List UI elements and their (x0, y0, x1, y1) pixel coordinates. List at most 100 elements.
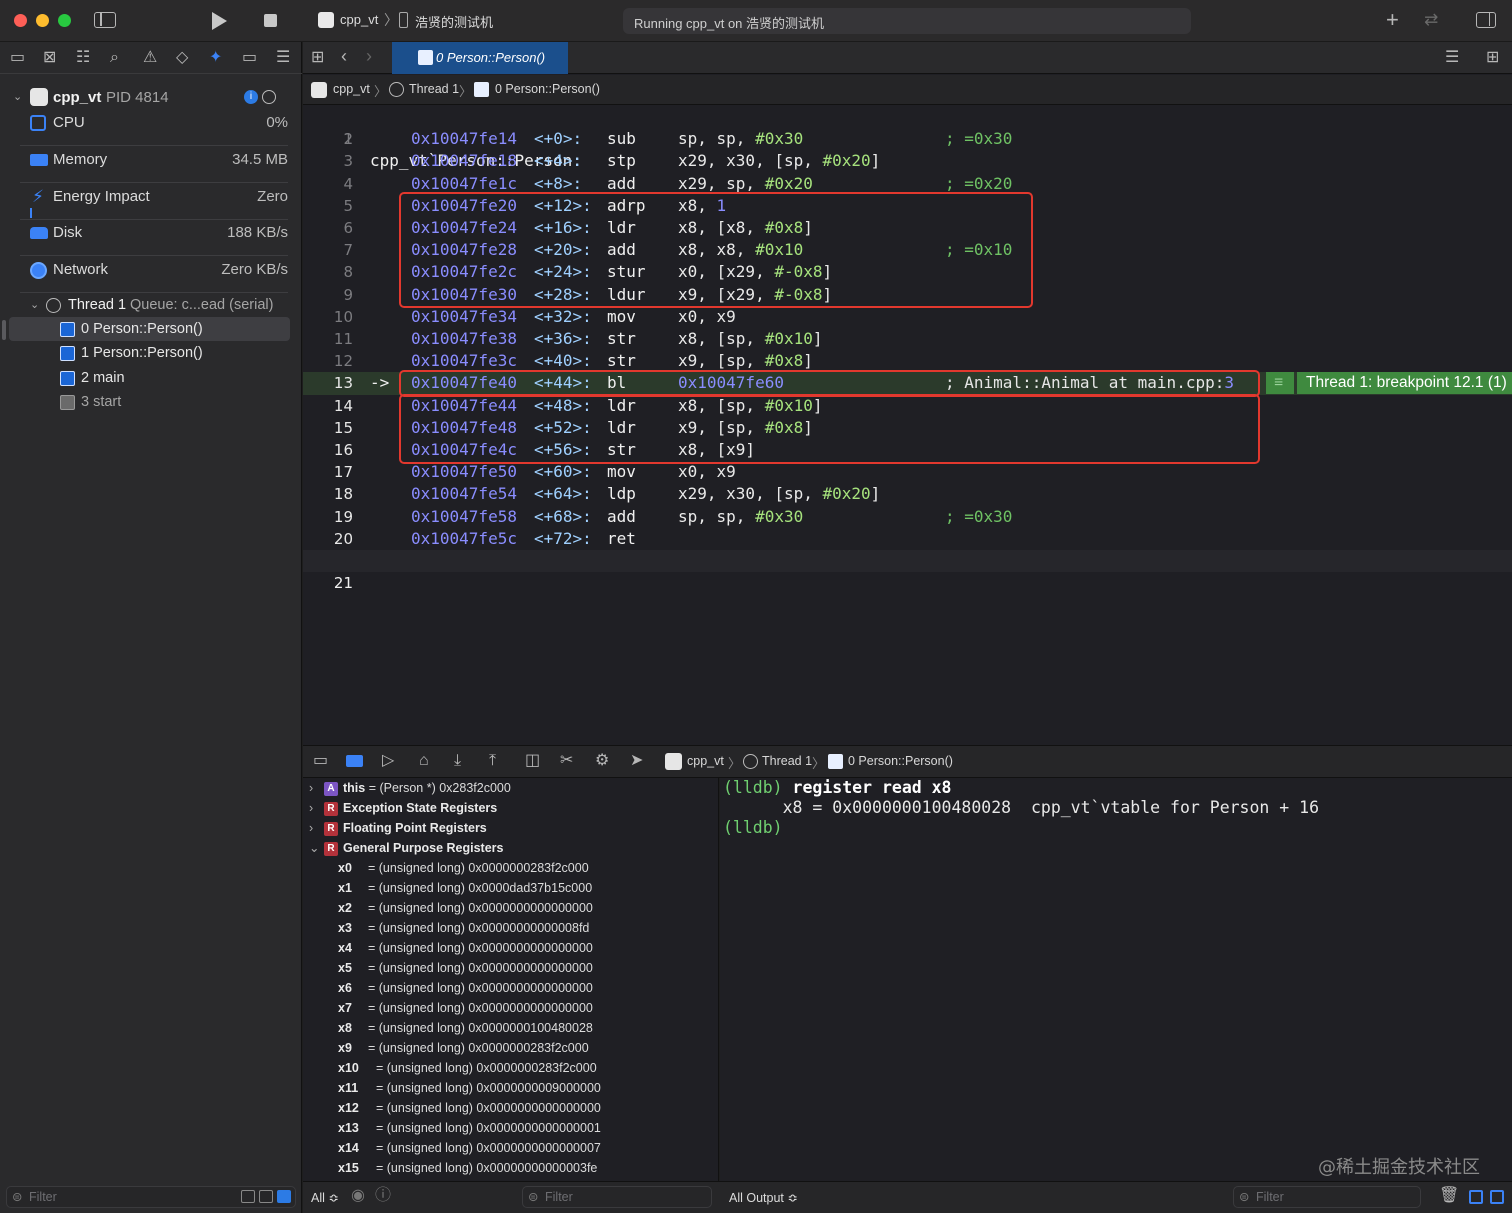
breakpoints-toggle-icon[interactable] (346, 755, 363, 767)
filter-user-frames-icon[interactable] (277, 1190, 291, 1203)
scheme-name[interactable]: cpp_vt (340, 12, 378, 27)
back-icon[interactable]: ‹ (341, 47, 347, 65)
show-console-icon[interactable] (1490, 1190, 1504, 1204)
variable-row[interactable]: › R Exception State Registers (303, 798, 719, 818)
register-row[interactable]: x12 = (unsigned long) 0x0000000000000000 (303, 1098, 719, 1118)
close-window-button[interactable] (14, 14, 27, 27)
run-icon[interactable] (212, 12, 227, 30)
swap-arrows-icon[interactable]: ⇄ (1424, 10, 1438, 30)
view-hierarchy-icon[interactable]: ◫ (525, 753, 540, 769)
variable-row[interactable]: › R Floating Point Registers (303, 818, 719, 838)
memory-graph-icon[interactable]: ✂ (560, 753, 573, 769)
stack-frame-0[interactable]: 0 Person::Person() (60, 317, 288, 341)
test-icon[interactable]: ◇ (176, 50, 188, 66)
disclosure-closed-icon[interactable]: › (309, 818, 313, 838)
minimize-window-button[interactable] (36, 14, 49, 27)
info-circle-icon[interactable]: ⓘ (375, 1188, 391, 1204)
step-out-icon[interactable]: ⤒ (489, 753, 496, 769)
app-icon (311, 82, 327, 98)
inspector-toggle-icon[interactable] (1476, 12, 1496, 28)
grid-icon[interactable]: ⊞ (311, 50, 324, 66)
add-editor-icon[interactable]: ⊞ (1486, 50, 1499, 66)
disassembly-view[interactable]: 1 cpp_vt`Person::Person: 2 0x10047fe14 <+0… (303, 106, 1512, 745)
breakpoint-navigator-icon[interactable]: ▭ (242, 50, 257, 66)
register-row[interactable]: x9 = (unsigned long) 0x0000000283f2c000 (303, 1038, 719, 1058)
register-row[interactable]: x15 = (unsigned long) 0x00000000000003fe (303, 1158, 719, 1178)
stop-icon[interactable] (264, 14, 277, 27)
gauge-value: Zero (257, 188, 288, 205)
thread-row[interactable]: ⌄ Thread 1 Queue: c...ead (serial) (30, 292, 290, 318)
gauge-energy[interactable]: ⚡ Energy Impact Zero (20, 184, 288, 210)
navigator-filter-input[interactable]: ⊜ Filter (6, 1186, 296, 1208)
step-over-icon[interactable]: ⌂ (419, 753, 429, 769)
issue-icon[interactable]: ⚠ (143, 50, 157, 66)
disclosure-closed-icon[interactable]: › (309, 798, 313, 818)
hide-debug-area-icon[interactable]: ▭ (313, 753, 328, 769)
register-row[interactable]: x2 = (unsigned long) 0x0000000000000000 (303, 898, 719, 918)
breadcrumb-project[interactable]: cpp_vt (333, 82, 370, 96)
disclosure-open-icon[interactable]: ⌄ (309, 838, 319, 858)
console-filter-input[interactable]: ⊜ Filter (1233, 1186, 1421, 1208)
sidebar-toggle-icon[interactable] (94, 12, 116, 28)
variables-filter-input[interactable]: ⊜ Filter (522, 1186, 712, 1208)
register-row[interactable]: x8 = (unsigned long) 0x0000000100480028 (303, 1018, 719, 1038)
tab-disassembly[interactable]: 0 Person::Person() (392, 42, 568, 74)
thread-icon[interactable] (262, 90, 276, 104)
eye-icon[interactable]: ◉ (351, 1188, 365, 1204)
source-control-icon[interactable]: ⊠ (43, 50, 56, 66)
gauge-network[interactable]: Network Zero KB/s (20, 257, 288, 283)
disclosure-open-icon[interactable]: ⌄ (30, 292, 39, 318)
breadcrumb-thread[interactable]: Thread 1 (409, 82, 459, 96)
register-row[interactable]: x6 = (unsigned long) 0x0000000000000000 (303, 978, 719, 998)
gauge-memory[interactable]: Memory 34.5 MB (20, 147, 288, 173)
register-row[interactable]: x3 = (unsigned long) 0x00000000000008fd (303, 918, 719, 938)
filter-icon: ⊜ (1239, 1190, 1250, 1204)
add-icon[interactable]: + (1386, 7, 1399, 33)
register-row[interactable]: x13 = (unsigned long) 0x0000000000000001 (303, 1118, 719, 1138)
breadcrumb-frame[interactable]: 0 Person::Person() (495, 82, 600, 96)
info-icon[interactable]: i (244, 90, 258, 104)
console-output-popup[interactable]: All Output ≎ (729, 1190, 798, 1205)
gauge-cpu[interactable]: CPU 0% (20, 110, 288, 136)
register-row[interactable]: x0 = (unsigned long) 0x0000000283f2c000 (303, 858, 719, 878)
symbol-icon[interactable]: ☷ (76, 50, 90, 66)
register-row[interactable]: x1 = (unsigned long) 0x0000dad37b15c000 (303, 878, 719, 898)
lines-icon[interactable]: ☰ (1445, 50, 1459, 66)
folder-icon[interactable]: ▭ (10, 50, 25, 66)
filter-option-icon[interactable] (241, 1190, 255, 1203)
environment-icon[interactable]: ⚙ (595, 753, 609, 769)
debug-breadcrumb-project[interactable]: cpp_vt (687, 754, 724, 768)
show-variables-icon[interactable] (1469, 1190, 1483, 1204)
register-row[interactable]: x14 = (unsigned long) 0x0000000000000007 (303, 1138, 719, 1158)
register-row[interactable]: x7 = (unsigned long) 0x0000000000000000 (303, 998, 719, 1018)
step-into-icon[interactable]: ⤓ (454, 753, 461, 769)
zoom-window-button[interactable] (58, 14, 71, 27)
lldb-console[interactable]: (lldb) register read x8 x8 = 0x000000010… (720, 778, 1512, 1181)
breakpoint-annotation[interactable]: ≡ Thread 1: breakpoint 12.1 (1) (1266, 372, 1512, 395)
device-name[interactable]: 浩贤的测试机 (415, 12, 493, 31)
stack-frame-1[interactable]: 1 Person::Person() (60, 341, 288, 365)
register-row[interactable]: x5 = (unsigned long) 0x0000000000000000 (303, 958, 719, 978)
filter-option-icon[interactable] (259, 1190, 273, 1203)
find-icon[interactable]: ⌕ (110, 50, 119, 66)
location-icon[interactable]: ➤ (630, 753, 643, 769)
register-row[interactable]: x10 = (unsigned long) 0x0000000283f2c000 (303, 1058, 719, 1078)
register-row[interactable]: x4 = (unsigned long) 0x0000000000000000 (303, 938, 719, 958)
variable-row[interactable]: ⌄ R General Purpose Registers (303, 838, 719, 858)
variables-scope-popup[interactable]: All ≎ (311, 1190, 339, 1205)
disclosure-closed-icon[interactable]: › (309, 778, 313, 798)
stack-frame-2[interactable]: 2 main (60, 366, 288, 390)
trash-icon[interactable]: 🗑 (1439, 1188, 1459, 1204)
gauge-disk[interactable]: Disk 188 KB/s (20, 220, 288, 246)
debug-navigator-icon[interactable]: ✦ (209, 50, 222, 66)
register-row[interactable]: x11 = (unsigned long) 0x0000000009000000 (303, 1078, 719, 1098)
forward-icon[interactable]: › (366, 47, 372, 65)
variables-view[interactable]: › Athis = (Person *) 0x283f2c000 › R Excepti… (303, 778, 719, 1181)
continue-icon[interactable]: ▷ (382, 753, 394, 769)
disclosure-open-icon[interactable]: ⌄ (13, 90, 22, 103)
debug-breadcrumb-thread[interactable]: Thread 1 (762, 754, 812, 768)
report-icon[interactable]: ☰ (276, 50, 290, 66)
debug-breadcrumb-frame[interactable]: 0 Person::Person() (848, 754, 953, 768)
variable-row[interactable]: › Athis = (Person *) 0x283f2c000 (303, 778, 719, 798)
stack-frame-3[interactable]: 3 start (60, 390, 288, 414)
